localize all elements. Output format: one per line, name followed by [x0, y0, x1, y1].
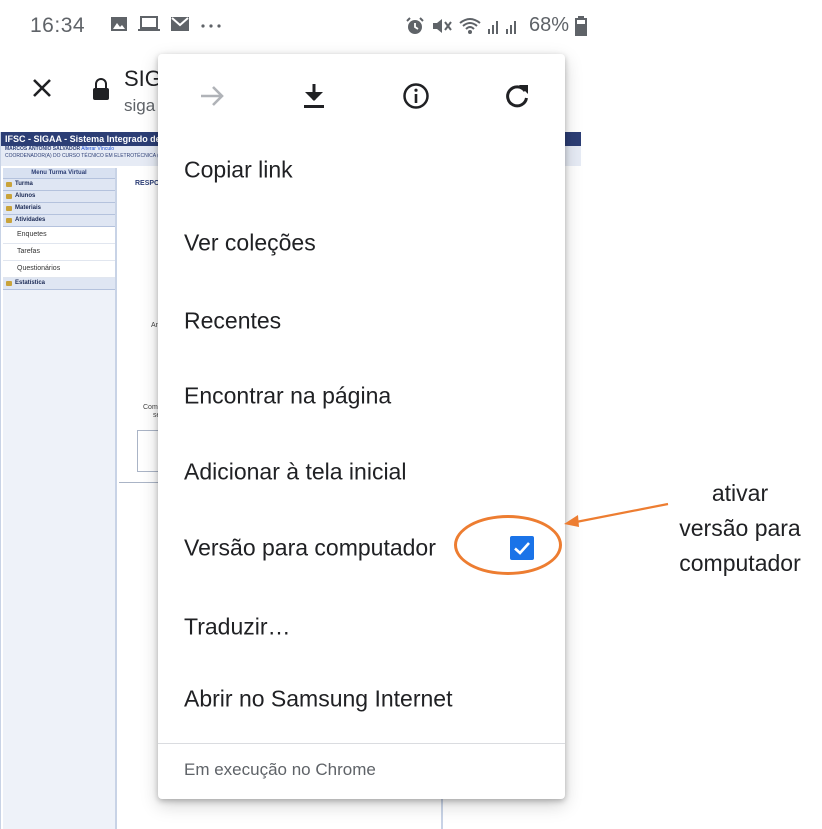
download-button[interactable]: [294, 76, 334, 116]
menu-toolbar: [158, 54, 565, 138]
reload-icon: [506, 85, 528, 108]
site-menu-materiais[interactable]: Materiais: [3, 203, 115, 215]
arrow-forward-icon: [201, 86, 224, 106]
annotation-ellipse: [454, 515, 562, 575]
menu-item-label: Recentes: [184, 307, 282, 334]
menu-item-label: Traduzir…: [184, 613, 291, 640]
menu-item-translate[interactable]: Traduzir…: [158, 592, 565, 662]
site-user-link[interactable]: Alterar Vínculo: [81, 146, 114, 152]
mail-icon: [171, 17, 189, 31]
site-menu: Menu Turma Virtual Turma Alunos Materiai…: [3, 168, 117, 829]
site-menu-estatistica[interactable]: Estatística: [3, 278, 115, 290]
annotation-line: ativar: [711, 480, 769, 506]
menu-item-recent[interactable]: Recentes: [158, 286, 565, 356]
menu-divider: [158, 743, 565, 744]
site-menu-atividades[interactable]: Atividades: [3, 215, 115, 227]
reload-button[interactable]: [497, 76, 537, 116]
page-title[interactable]: SIG: [124, 66, 162, 92]
battery-icon: [575, 15, 588, 36]
more-icon: [201, 24, 221, 28]
mute-icon: [433, 18, 452, 33]
forward-button[interactable]: [192, 76, 232, 116]
annotation-arrow: [564, 502, 669, 527]
menu-item-label: Ver coleções: [184, 229, 316, 256]
url-host[interactable]: siga: [124, 96, 155, 116]
info-button[interactable]: [396, 76, 436, 116]
menu-item-copy-link[interactable]: Copiar link: [158, 135, 565, 205]
menu-item-label: Copiar link: [184, 156, 293, 183]
gallery-icon: [111, 17, 127, 31]
menu-item-label: Encontrar na página: [184, 382, 392, 409]
menu-item-collections[interactable]: Ver coleções: [158, 208, 565, 278]
annotation-text: ativar versão para computador: [660, 476, 820, 581]
info-icon: [403, 83, 429, 109]
wifi-icon: [459, 17, 481, 34]
status-bar: 16:34 68%: [0, 0, 588, 48]
menu-item-label: Versão para computador: [184, 534, 436, 561]
menu-item-add-to-home[interactable]: Adicionar à tela inicial: [158, 437, 565, 507]
menu-item-label: Abrir no Samsung Internet: [184, 685, 453, 712]
laptop-icon: [138, 16, 160, 31]
annotation-line: versão para: [679, 515, 801, 541]
site-menu-questionarios[interactable]: Questionários: [3, 261, 115, 278]
site-content-title: RESPO: [135, 180, 160, 187]
battery-percent: 68%: [529, 14, 570, 36]
overflow-menu: Copiar link Ver coleções Recentes Encont…: [158, 54, 565, 799]
site-menu-turma[interactable]: Turma: [3, 179, 115, 191]
menu-footer: Em execução no Chrome: [184, 760, 376, 779]
site-menu-title: Menu Turma Virtual: [3, 168, 115, 179]
menu-item-open-samsung[interactable]: Abrir no Samsung Internet: [158, 664, 565, 734]
site-user: MARCOS ANTONIO SALVADOR: [5, 146, 81, 152]
signal-icon: [488, 20, 516, 34]
site-menu-alunos[interactable]: Alunos: [3, 191, 115, 203]
site-menu-tarefas[interactable]: Tarefas: [3, 244, 115, 261]
lock-icon: [93, 78, 109, 100]
annotation-line: computador: [679, 550, 801, 576]
download-icon: [304, 84, 324, 108]
menu-item-label: Adicionar à tela inicial: [184, 458, 407, 485]
alarm-icon: [406, 16, 424, 34]
status-time: 16:34: [30, 14, 86, 37]
menu-item-find-in-page[interactable]: Encontrar na página: [158, 361, 565, 431]
site-menu-enquetes[interactable]: Enquetes: [3, 227, 115, 244]
close-icon[interactable]: [30, 76, 54, 100]
